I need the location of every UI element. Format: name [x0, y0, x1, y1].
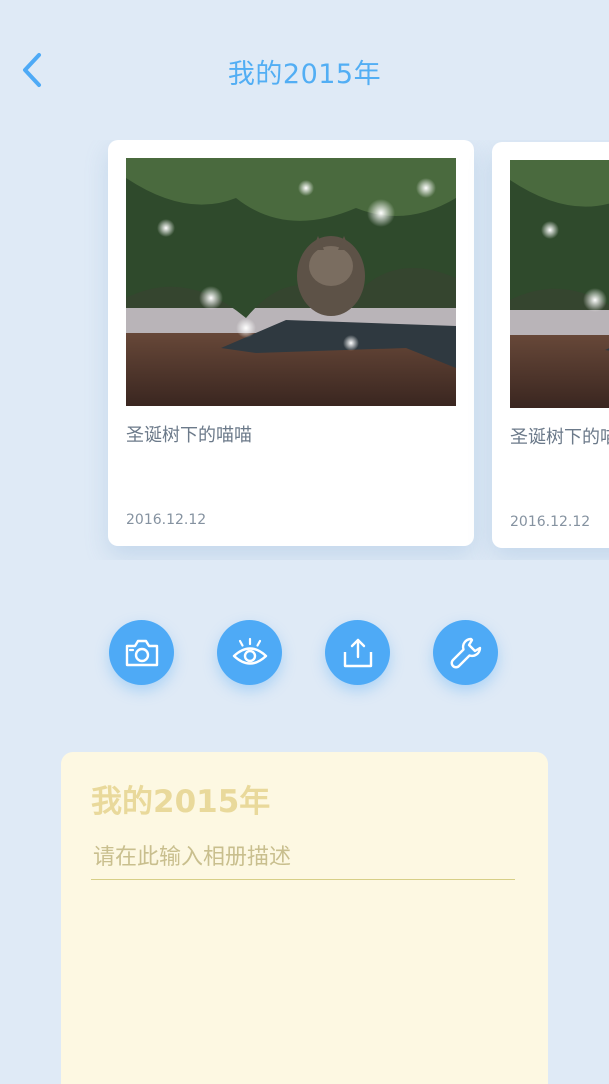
album-card[interactable]: 圣诞树下的喵喵 2016.12.12 — [492, 142, 609, 548]
preview-button[interactable] — [217, 620, 282, 685]
album-card-carousel[interactable]: 圣诞树下的喵喵 2016.12.12 圣诞树下的 2016.12.12 — [0, 140, 609, 560]
settings-button[interactable] — [433, 620, 498, 685]
card-title: 圣诞树下的喵喵 — [126, 425, 252, 446]
album-card[interactable]: 圣诞树下的喵喵 2016.12.12 — [108, 140, 474, 546]
card-date: 2016.12.12 — [510, 514, 591, 530]
wrench-icon — [450, 637, 481, 668]
card-photo — [126, 158, 456, 406]
share-button[interactable] — [325, 620, 390, 685]
header: 我的2015年 — [0, 0, 609, 140]
camera-button[interactable] — [109, 620, 174, 685]
card-title: 圣诞树下的喵喵 — [510, 427, 609, 448]
action-bar — [0, 620, 609, 690]
album-description-panel: 我的2015年 — [61, 752, 548, 1084]
eye-icon — [232, 637, 267, 665]
album-title: 我的2015年 — [91, 784, 271, 820]
camera-icon — [125, 639, 158, 666]
page-title: 我的2015年 — [227, 59, 382, 90]
album-description-input[interactable] — [91, 836, 515, 880]
card-date: 2016.12.12 — [126, 512, 207, 528]
upload-icon — [343, 638, 372, 667]
card-photo — [510, 160, 609, 408]
